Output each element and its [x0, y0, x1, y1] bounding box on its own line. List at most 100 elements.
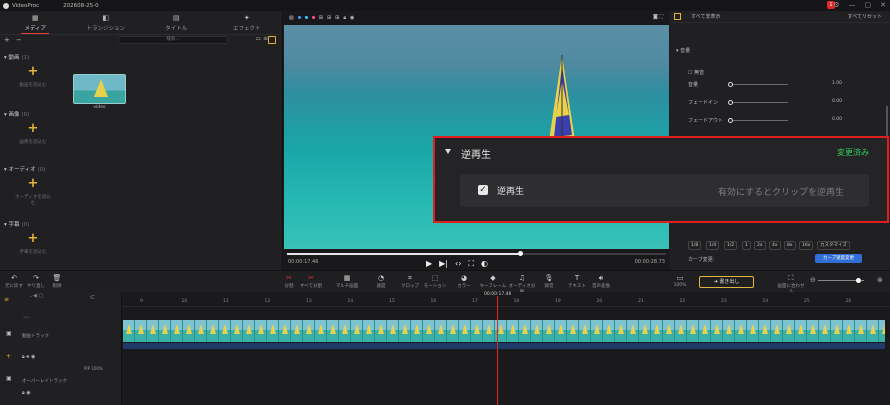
quality-button[interactable]: ▭ 100% [666, 274, 694, 288]
video-frame [651, 320, 663, 342]
add-subtitle-button[interactable]: + [27, 232, 39, 245]
volume-value[interactable]: 1.00 [832, 81, 842, 86]
volume-slider[interactable] [728, 82, 788, 87]
grid-icon[interactable]: ⊞ [327, 15, 331, 21]
speed-button[interactable]: 16x [799, 241, 814, 250]
add-video-button[interactable]: + [27, 65, 39, 78]
video-thumbnail[interactable] [73, 74, 126, 104]
add-audio-button[interactable]: + [27, 177, 39, 190]
video-frame [603, 320, 615, 342]
reverse-checkbox[interactable]: ✓ [478, 185, 488, 195]
tab-transition[interactable]: ◧ トランジション [71, 11, 142, 34]
sort-icon[interactable]: ⚏ ≡ [256, 35, 268, 42]
tab-title[interactable]: ▤ タイトル [141, 11, 212, 34]
snapshot-icon[interactable]: ◙ ⛶ [653, 14, 663, 20]
video-clip[interactable] [123, 320, 885, 342]
speed-button[interactable]: 1/2 [724, 241, 738, 250]
app-logo-icon [3, 2, 9, 9]
color-dot-icon[interactable] [297, 16, 301, 19]
export-button[interactable]: ➜ 書き出し [699, 276, 754, 288]
minimize-icon[interactable]: — [849, 1, 856, 9]
play-icon[interactable]: ▶ [426, 259, 432, 269]
lock-icon[interactable]: 🔒︎ [343, 15, 346, 21]
maximize-icon[interactable]: ▢ [865, 1, 872, 9]
tts-button[interactable]: 🔊︎ 音声変換 [587, 274, 615, 289]
add-overlay-icon[interactable]: + [6, 353, 11, 360]
collapse-panel-icon[interactable] [674, 13, 681, 20]
collapse-arrow-icon[interactable] [445, 149, 451, 154]
settings-icon[interactable]: ⚙ [833, 1, 839, 9]
section-subtitle[interactable]: ▾ 字幕 (0) [4, 220, 29, 228]
snap-toggle-icon[interactable]: ⊂ [90, 294, 95, 301]
customize-speed-button[interactable]: カスタマイズ [817, 241, 850, 250]
more-icon[interactable]: ⋯ [23, 314, 29, 321]
hide-all-button[interactable]: すべて非表示 [691, 13, 720, 20]
curve-speed-button[interactable]: カーブ速度変更 [815, 254, 862, 263]
multi-screen-button[interactable]: ▦ マルチ画面 [333, 274, 361, 289]
close-icon[interactable]: ✕ [880, 1, 886, 9]
eye-icon[interactable]: ◉ [350, 15, 354, 21]
overlay-controls-icon[interactable]: 🔒︎ ◉ [22, 390, 31, 396]
mark-in-out-icon[interactable]: ‹› [455, 259, 461, 269]
multi-screen-icon: ▦ [343, 274, 351, 282]
fade-out-slider[interactable] [728, 118, 788, 123]
record-button[interactable]: 🎙︎ 録音 [535, 274, 563, 289]
tts-icon: 🔊︎ [598, 274, 604, 282]
time-ruler[interactable]: 9 10 11 12 13 14 15 16 17 18 19 20 21 22 23 24 25 26 [122, 298, 890, 307]
video-frame [279, 320, 291, 342]
section-audio[interactable]: ▾ オーディオ (0) [4, 165, 45, 173]
split-all-button[interactable]: ✂ すべて分割 [297, 274, 325, 289]
zoom-slider[interactable] [818, 278, 864, 283]
next-frame-icon[interactable]: ▶| [439, 259, 448, 269]
collapse-panel-icon[interactable] [268, 36, 276, 44]
track-controls-icon[interactable]: 🔒︎ 🔊︎ ◉ [22, 354, 35, 360]
speed-button[interactable]: 4x [769, 241, 781, 250]
speed-button[interactable]: 1/4 [706, 241, 720, 250]
speed-button[interactable]: 1 [742, 241, 751, 250]
magnet-toggle-icon[interactable]: ◀ ▢ [33, 293, 43, 299]
tab-effect[interactable]: ✦ エフェクト [212, 11, 283, 34]
playback-progress[interactable] [287, 251, 666, 256]
zoom-close-icon[interactable]: ⊗ [877, 276, 883, 284]
fade-in-value[interactable]: 0.00 [832, 99, 842, 104]
volume-icon[interactable]: ◐ [481, 259, 488, 269]
fade-in-slider[interactable] [728, 100, 788, 105]
reverse-checkbox-label[interactable]: 逆再生 [497, 184, 524, 197]
playhead[interactable] [497, 296, 498, 405]
add-image-button[interactable]: + [27, 122, 39, 135]
reset-all-button[interactable]: すべてリセット [848, 13, 882, 20]
delete-button[interactable]: 🗑︎ 削除 [43, 274, 71, 289]
zoom-out-icon[interactable]: ⊖ [810, 276, 816, 284]
speed-button[interactable]: 2x [754, 241, 766, 250]
fullscreen-icon[interactable]: ⛶ [468, 259, 474, 269]
video-frame [759, 320, 771, 342]
section-image[interactable]: ▾ 画像 (0) [4, 110, 29, 118]
search-input[interactable]: 検索... [118, 36, 228, 44]
add-track-icon[interactable]: ≡ [4, 296, 9, 303]
volume-section-title[interactable]: ▾ 音量 [676, 47, 690, 54]
color-dot-icon[interactable] [311, 16, 315, 19]
speed-tool-button[interactable]: ◔ 速度 [367, 274, 395, 289]
video-frame [435, 320, 447, 342]
playback-knob[interactable] [518, 251, 524, 256]
reverse-title[interactable]: 逆再生 [461, 146, 491, 161]
fade-out-value[interactable]: 0.00 [832, 117, 842, 122]
color-dot-icon[interactable] [304, 16, 308, 19]
safe-area-icon[interactable]: ▧ [289, 15, 294, 21]
crop-button[interactable]: ⌗ クロップ [396, 274, 424, 289]
remove-media-icon[interactable]: − [16, 36, 22, 44]
ruler-tick: 10 [181, 299, 188, 304]
mute-checkbox[interactable]: ☐ 無音 [688, 69, 704, 76]
motion-button[interactable]: ⬚ モーション [421, 274, 449, 289]
grid-icon[interactable]: ⊞ [319, 15, 323, 21]
color-button[interactable]: ◕ カラー [450, 274, 478, 289]
section-video[interactable]: ▾ 動画 (1) [4, 53, 29, 61]
video-frame [771, 320, 783, 342]
speed-button[interactable]: 1/8 [688, 241, 702, 250]
speed-button[interactable]: 8x [784, 241, 796, 250]
keyframe-button[interactable]: ◆ キーフレーム [479, 274, 507, 289]
add-media-icon[interactable]: + [4, 36, 10, 44]
tab-media[interactable]: ▦ メディア [0, 11, 71, 34]
audio-waveform[interactable] [123, 343, 885, 349]
grid-icon[interactable]: ⊞ [335, 15, 339, 21]
